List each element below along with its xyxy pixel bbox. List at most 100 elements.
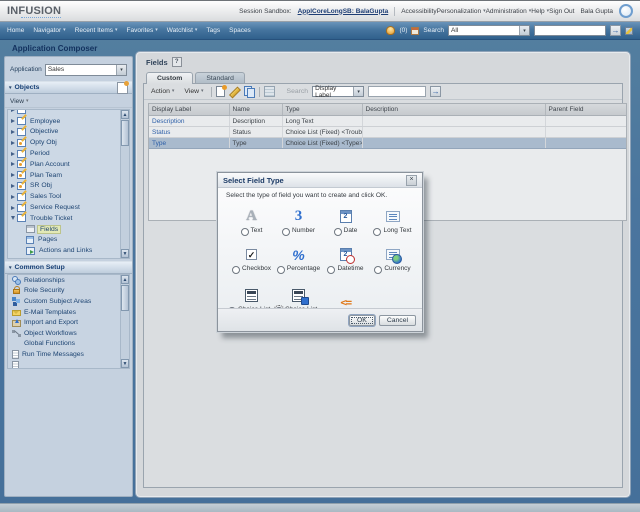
view-menu-button[interactable]: View ▾ (181, 87, 206, 96)
tree-collapsed-icon[interactable] (11, 152, 15, 156)
common-setup-item-relationships[interactable]: Relationships (8, 275, 129, 286)
tree-item-item[interactable] (11, 109, 129, 116)
tree-item-objective[interactable]: Objective (11, 127, 129, 138)
common-setup-item-run-time-messages[interactable]: Run Time Messages (8, 349, 129, 360)
topbar-link-personalization[interactable]: Personalization▾ (437, 8, 486, 15)
column-header-parent-field[interactable]: Parent Field (545, 104, 626, 116)
tree-item-service-request[interactable]: Service Request (11, 202, 129, 213)
column-header-display-label[interactable]: Display Label (149, 104, 229, 116)
tree-collapsed-icon[interactable] (11, 162, 15, 166)
nav-link-recent-items[interactable]: Recent Items▾ (75, 27, 118, 34)
session-sandbox-link[interactable]: ApplCoreLongSB: BalaGupta (298, 8, 389, 15)
calendar-icon[interactable] (411, 27, 419, 35)
radio-number[interactable] (282, 228, 290, 236)
nav-link-favorites[interactable]: Favorites▾ (127, 27, 158, 34)
field-type-date[interactable]: 2Date (322, 199, 369, 236)
common-setup-item-import-and-export[interactable]: Import and Export (8, 317, 129, 328)
table-search-input[interactable] (368, 86, 426, 97)
nav-link-navigator[interactable]: Navigator▾ (33, 27, 65, 34)
tree-item-sr-obj[interactable]: SR Obj (11, 181, 129, 192)
radio-long-text[interactable] (373, 228, 381, 236)
common-setup-item-role-security[interactable]: Role Security (8, 286, 129, 297)
search-field-select[interactable]: Display Label ▾ (312, 86, 364, 97)
objects-section-header[interactable]: ▾ Objects (5, 81, 132, 94)
common-setup-section-header[interactable]: ▾ Common Setup (5, 261, 132, 274)
common-setup-item-custom-subject-areas[interactable]: Custom Subject Areas (8, 296, 129, 307)
table-row-type[interactable]: TypeTypeChoice List (Fixed) <Type> (149, 138, 626, 149)
column-header-name[interactable]: Name (229, 104, 282, 116)
common-setup-item-global-functions[interactable]: Global Functions (8, 339, 129, 350)
table-search-go-button[interactable]: → (430, 86, 441, 97)
topbar-link-help[interactable]: Help▾ (531, 8, 549, 15)
nav-link-tags[interactable]: Tags (206, 27, 220, 34)
scroll-up-icon[interactable]: ▲ (121, 110, 129, 119)
scroll-down-icon[interactable]: ▼ (121, 359, 129, 368)
cancel-button[interactable]: Cancel (379, 315, 416, 326)
ok-button[interactable]: OK (349, 315, 375, 326)
common-setup-item-object-workflows[interactable]: Object Workflows (8, 328, 129, 339)
nav-link-home[interactable]: Home (7, 27, 24, 34)
tab-custom[interactable]: Custom (146, 72, 193, 84)
tree-item-pages[interactable]: Pages (11, 235, 129, 246)
tree-item-fields[interactable]: Fields (11, 224, 129, 235)
tree-item-security[interactable]: Security (11, 256, 129, 259)
radio-checkbox[interactable] (232, 266, 240, 274)
tree-collapsed-icon[interactable] (11, 141, 15, 145)
tree-item-opty-obj[interactable]: Opty Obj (11, 137, 129, 148)
close-icon[interactable]: × (406, 175, 417, 186)
tree-item-plan-account[interactable]: Plan Account (11, 159, 129, 170)
create-icon[interactable] (216, 86, 225, 97)
tree-collapsed-icon[interactable] (11, 173, 15, 177)
field-type-currency[interactable]: Currency (369, 236, 416, 274)
global-search-input[interactable] (534, 25, 606, 36)
tree-item-actions-and-links[interactable]: Actions and Links (11, 245, 129, 256)
help-icon[interactable]: ? (172, 57, 182, 67)
dialog-title-bar[interactable]: Select Field Type × (218, 173, 422, 188)
tree-item-sales-tool[interactable]: Sales Tool (11, 191, 129, 202)
table-row-description[interactable]: DescriptionDescriptionLong Text (149, 116, 626, 127)
radio-percentage[interactable] (277, 266, 285, 274)
scrollbar-thumb[interactable] (121, 120, 129, 146)
tree-view-menu-button[interactable]: View ▾ (5, 95, 132, 108)
tree-collapsed-icon[interactable] (11, 109, 15, 112)
field-type-percentage[interactable]: %Percentage (275, 236, 322, 274)
radio-currency[interactable] (374, 266, 382, 274)
tree-collapsed-icon[interactable] (11, 130, 15, 134)
tree-item-trouble-ticket[interactable]: Trouble Ticket (11, 213, 129, 224)
search-scope-select[interactable]: All ▾ (448, 25, 530, 36)
radio-date[interactable] (334, 228, 342, 236)
field-type-number[interactable]: 3Number (275, 199, 322, 236)
column-header-type[interactable]: Type (282, 104, 362, 116)
tree-collapsed-icon[interactable] (11, 119, 15, 123)
duplicate-icon[interactable] (244, 86, 255, 97)
search-go-button[interactable]: → (610, 25, 621, 36)
tree-item-plan-team[interactable]: Plan Team (11, 170, 129, 181)
notifications-bell-icon[interactable] (386, 26, 395, 35)
nav-link-spaces[interactable]: Spaces (229, 27, 251, 34)
scroll-down-icon[interactable]: ▼ (121, 249, 129, 258)
action-menu-button[interactable]: Action ▾ (148, 87, 177, 96)
topbar-link-accessibility[interactable]: Accessibility (401, 8, 436, 15)
export-icon[interactable] (264, 86, 275, 97)
field-type-datetime[interactable]: 2Datetime (322, 236, 369, 274)
scrollbar-thumb[interactable] (121, 285, 129, 311)
topbar-link-sign-out[interactable]: Sign Out (549, 8, 574, 15)
radio-text[interactable] (241, 228, 249, 236)
user-avatar-icon[interactable] (619, 4, 633, 18)
field-type-checkbox[interactable]: ✓Checkbox (228, 236, 275, 274)
tree-expanded-icon[interactable] (11, 216, 15, 220)
tree-item-employee[interactable]: Employee (11, 116, 129, 127)
application-select[interactable]: Sales ▾ (45, 64, 127, 76)
tree-collapsed-icon[interactable] (11, 184, 15, 188)
column-header-description[interactable]: Description (362, 104, 545, 116)
radio-datetime[interactable] (327, 266, 335, 274)
advanced-search-icon[interactable] (625, 27, 633, 35)
table-row-status[interactable]: StatusStatusChoice List (Fixed) <Trouble… (149, 127, 626, 138)
tree-collapsed-icon[interactable] (11, 195, 15, 199)
tree-scrollbar[interactable]: ▲ ▼ (120, 110, 129, 258)
tree-item-period[interactable]: Period (11, 148, 129, 159)
edit-icon[interactable] (229, 86, 240, 97)
common-setup-scrollbar[interactable]: ▲ ▼ (120, 275, 129, 368)
field-type-long-text[interactable]: Long Text (369, 199, 416, 236)
common-setup-item-e-mail-templates[interactable]: E-Mail Templates (8, 307, 129, 318)
